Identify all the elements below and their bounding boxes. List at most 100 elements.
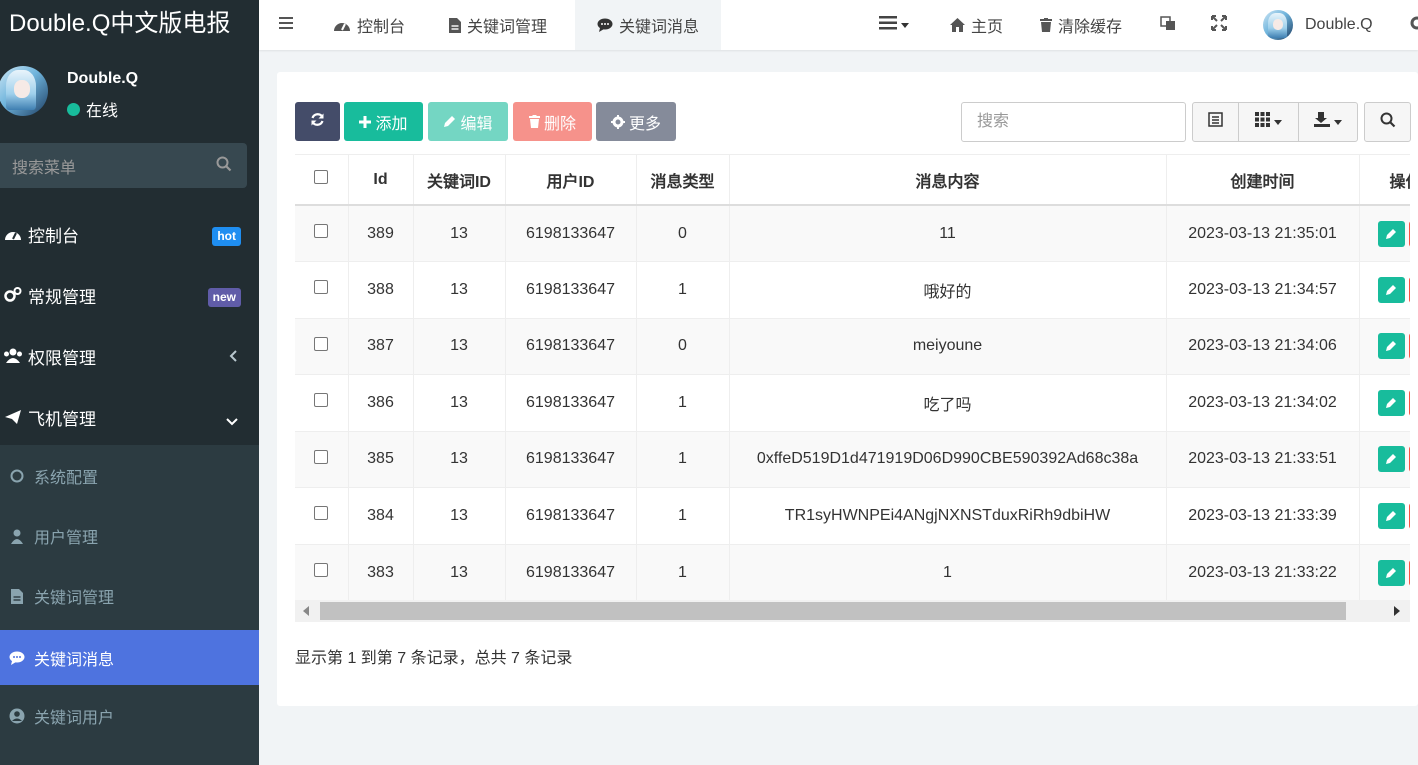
sidebar-item-general[interactable]: 常规管理 new xyxy=(0,267,259,323)
horizontal-scrollbar[interactable] xyxy=(295,600,1410,622)
search-icon xyxy=(1380,112,1396,133)
row-checkbox[interactable] xyxy=(314,506,329,521)
refresh-button[interactable] xyxy=(295,102,340,141)
scrollbar-thumb[interactable] xyxy=(320,602,1346,620)
trash-icon xyxy=(528,115,540,128)
pencil-icon xyxy=(1386,228,1396,239)
row-delete-button[interactable] xyxy=(1408,220,1410,247)
row-edit-button[interactable] xyxy=(1377,220,1405,247)
pencil-icon xyxy=(1386,284,1396,295)
row-checkbox[interactable] xyxy=(314,393,329,408)
menu-search-placeholder: 搜索菜单 xyxy=(12,159,77,177)
app-logo[interactable]: Double.Q中文版电报 xyxy=(0,0,259,50)
sidebar-item-auth[interactable]: 权限管理 xyxy=(0,328,259,384)
export-dropdown[interactable] xyxy=(1298,102,1358,142)
row-edit-button[interactable] xyxy=(1377,276,1405,303)
language-icon xyxy=(1160,15,1176,36)
edit-button[interactable]: 编辑 xyxy=(428,102,508,141)
add-button[interactable]: 添加 xyxy=(344,102,423,141)
sidebar-item-user-manage[interactable]: 用户管理 xyxy=(0,508,259,564)
row-edit-button[interactable] xyxy=(1377,333,1405,360)
pencil-icon xyxy=(1386,341,1396,352)
cell-keyword-id: 13 xyxy=(413,204,506,262)
cell-message-content: 11 xyxy=(729,204,1167,262)
table-row: 386 13 6198133647 1 吃了吗 2023-03-13 21:34… xyxy=(295,374,1410,431)
more-button[interactable]: 更多 xyxy=(596,102,676,141)
cell-message-type: 0 xyxy=(636,204,730,262)
delete-button[interactable]: 删除 xyxy=(513,102,592,141)
column-header[interactable]: 创建时间 xyxy=(1166,155,1360,206)
edit-label: 编辑 xyxy=(460,115,493,133)
sidebar-item-label: 关键词消息 xyxy=(34,651,115,669)
cell-actions xyxy=(1359,317,1410,375)
row-delete-button[interactable] xyxy=(1408,559,1410,586)
settings-button[interactable] xyxy=(1410,0,1418,50)
column-header[interactable]: Id xyxy=(348,155,414,206)
cell-message-type: 0 xyxy=(636,317,730,375)
select-all-checkbox[interactable] xyxy=(314,170,329,184)
tab-dashboard[interactable]: 控制台 xyxy=(333,0,405,50)
advanced-search-button[interactable] xyxy=(1364,102,1411,142)
data-table: Id 关键词ID 用户ID 消息类型 消息内容 创建时间 操作 389 13 6… xyxy=(295,155,1410,600)
row-edit-button[interactable] xyxy=(1377,559,1405,586)
column-header[interactable]: 消息类型 xyxy=(636,155,730,206)
cell-created-at: 2023-03-13 21:35:01 xyxy=(1166,204,1360,262)
cell-message-content: TR1syHWNPEi4ANgjNXNSTduxRiRh9dbiHW xyxy=(729,487,1167,544)
table-search-input[interactable]: 搜索 xyxy=(961,102,1186,142)
row-checkbox[interactable] xyxy=(314,224,329,238)
row-delete-button[interactable] xyxy=(1408,446,1410,473)
column-header[interactable]: 用户ID xyxy=(505,155,637,206)
scroll-right-arrow-icon[interactable] xyxy=(1394,606,1400,616)
select-all-header[interactable] xyxy=(295,155,349,206)
row-edit-button[interactable] xyxy=(1377,389,1405,416)
sidebar-item-keyword-manage[interactable]: 关键词管理 xyxy=(0,568,259,624)
sidebar-item-plane[interactable]: 飞机管理 xyxy=(0,389,259,445)
column-header[interactable]: 关键词ID xyxy=(413,155,506,206)
scroll-left-arrow-icon[interactable] xyxy=(303,606,309,616)
row-edit-button[interactable] xyxy=(1377,446,1405,473)
row-delete-button[interactable] xyxy=(1408,276,1410,303)
sidebar-toggle-button[interactable] xyxy=(279,0,293,50)
cell-actions xyxy=(1359,374,1410,431)
list-icon xyxy=(879,15,897,35)
toggle-view-button[interactable] xyxy=(1192,102,1239,142)
sidebar-item-keyword-message[interactable]: 关键词消息 xyxy=(0,630,259,685)
row-delete-button[interactable] xyxy=(1408,333,1410,360)
row-checkbox[interactable] xyxy=(314,563,329,577)
columns-dropdown[interactable] xyxy=(1238,102,1299,142)
cell-actions xyxy=(1359,543,1410,600)
sidebar-item-dashboard[interactable]: 控制台 hot xyxy=(0,206,259,262)
caret-down-icon xyxy=(1274,119,1282,125)
menu-search-input[interactable]: 搜索菜单 xyxy=(0,143,247,188)
hamburger-icon xyxy=(279,16,293,34)
table-row: 389 13 6198133647 0 11 2023-03-13 21:35:… xyxy=(295,204,1410,262)
dashboard-icon xyxy=(333,18,351,32)
status-label: 在线 xyxy=(86,103,119,120)
sidebar-item-label: 飞机管理 xyxy=(28,409,96,429)
cell-message-content: 1 xyxy=(729,543,1167,600)
clear-cache-button[interactable]: 清除缓存 xyxy=(1040,0,1122,50)
cogs-icon xyxy=(0,287,28,303)
tab-menu-dropdown[interactable] xyxy=(879,0,909,50)
tab-keyword-manage[interactable]: 关键词管理 xyxy=(449,0,547,50)
language-button[interactable] xyxy=(1160,0,1176,50)
row-delete-button[interactable] xyxy=(1408,502,1410,529)
row-checkbox[interactable] xyxy=(314,280,329,295)
home-link[interactable]: 主页 xyxy=(950,0,1003,50)
row-checkbox[interactable] xyxy=(314,449,329,464)
row-checkbox[interactable] xyxy=(314,336,329,351)
cell-message-type: 1 xyxy=(636,430,730,488)
tab-keyword-message[interactable]: 关键词消息 xyxy=(575,0,721,50)
fullscreen-button[interactable] xyxy=(1211,0,1227,50)
plus-icon xyxy=(359,115,372,128)
circle-icon xyxy=(0,469,34,483)
sidebar-item-keyword-user[interactable]: 关键词用户 xyxy=(0,688,259,744)
user-menu[interactable]: Double.Q xyxy=(1263,0,1373,50)
sidebar-item-system-config[interactable]: 系统配置 xyxy=(0,448,259,504)
sidebar-item-label: 关键词用户 xyxy=(34,710,115,727)
cell-actions xyxy=(1359,204,1410,262)
column-header[interactable]: 消息内容 xyxy=(729,155,1167,206)
row-delete-button[interactable] xyxy=(1408,389,1410,416)
search-icon[interactable] xyxy=(216,156,232,177)
row-edit-button[interactable] xyxy=(1377,502,1405,529)
